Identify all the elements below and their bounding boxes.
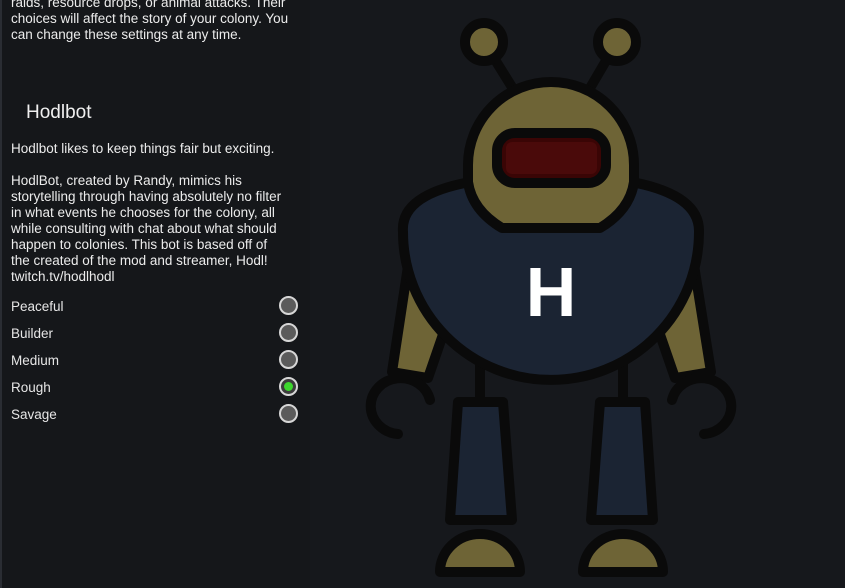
difficulty-label: Rough: [11, 380, 51, 395]
left-leg: [445, 397, 517, 525]
storyteller-info-panel: raids, resource drops, or animal attacks…: [0, 0, 310, 588]
right-antenna-tip: [593, 18, 641, 66]
difficulty-label: Savage: [11, 407, 57, 422]
radio-button[interactable]: [279, 350, 298, 369]
difficulty-option-rough[interactable]: Rough: [2, 375, 312, 402]
left-hand: [365, 373, 435, 439]
right-leg: [586, 397, 658, 525]
robot-portrait-image: H: [365, 18, 737, 577]
radio-button[interactable]: [279, 296, 298, 315]
difficulty-label: Peaceful: [11, 299, 64, 314]
radio-button[interactable]: [279, 323, 298, 342]
visor-glare: [506, 142, 597, 174]
storyteller-portrait: H: [310, 0, 845, 588]
difficulty-label: Builder: [11, 326, 54, 341]
storyteller-tagline: Hodlbot likes to keep things fair but ex…: [11, 141, 275, 156]
left-antenna-tip: [460, 18, 508, 66]
right-hand: [667, 373, 737, 439]
radio-button[interactable]: [279, 404, 298, 423]
difficulty-option-medium[interactable]: Medium: [2, 348, 312, 375]
difficulty-list: Peaceful Builder Medium Rough Savage: [2, 294, 312, 429]
intro-text: raids, resource drops, or animal attacks…: [11, 0, 289, 42]
right-foot: [578, 529, 668, 577]
difficulty-option-peaceful[interactable]: Peaceful: [2, 294, 312, 321]
difficulty-label: Medium: [11, 353, 60, 368]
difficulty-option-builder[interactable]: Builder: [2, 321, 312, 348]
storyteller-description: HodlBot, created by Randy, mimics his st…: [11, 173, 282, 284]
difficulty-option-savage[interactable]: Savage: [2, 402, 312, 429]
portrait-letter: H: [526, 253, 577, 331]
left-foot: [435, 529, 525, 577]
storyteller-name: Hodlbot: [26, 102, 92, 123]
radio-button[interactable]: [279, 377, 298, 396]
